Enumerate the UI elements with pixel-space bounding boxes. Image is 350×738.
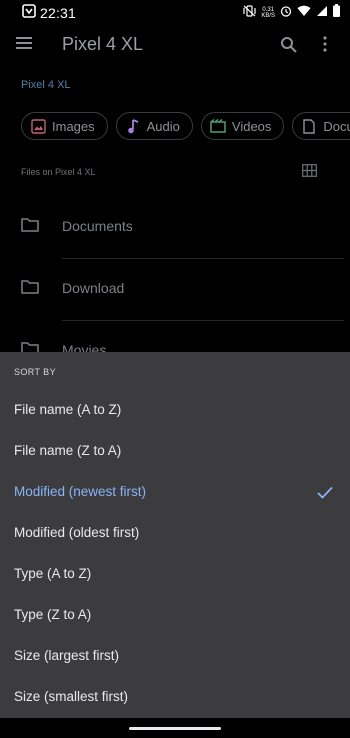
chip-label: Documents [323, 118, 350, 134]
document-icon [301, 118, 317, 134]
sort-option-size-smallest[interactable]: Size (smallest first) [0, 679, 350, 720]
sort-option-name-desc[interactable]: File name (Z to A) [0, 433, 350, 474]
folder-icon [21, 217, 39, 237]
folder-name: Download [62, 280, 125, 296]
folder-name: Documents [62, 218, 133, 234]
sort-option-size-largest[interactable]: Size (largest first) [0, 638, 350, 679]
check-icon [317, 486, 333, 504]
wifi-icon [297, 4, 311, 22]
net-speed-unit: KB/S [261, 13, 275, 19]
movie-icon [210, 118, 226, 134]
section-label: Files on Pixel 4 XL [21, 167, 96, 177]
sort-option-label: File name (Z to A) [14, 443, 122, 458]
sort-bottom-sheet: SORT BY File name (A to Z) File name (Z … [0, 352, 350, 738]
chip-label: Audio [146, 118, 180, 134]
sort-option-label: Type (Z to A) [14, 607, 92, 622]
app-bar: Pixel 4 XL [0, 26, 350, 64]
grid-view-icon[interactable] [302, 164, 317, 182]
menu-icon[interactable] [15, 36, 33, 55]
list-item[interactable]: Download [0, 259, 350, 321]
sort-option-label: Modified (oldest first) [14, 525, 140, 540]
list-item[interactable]: Documents [0, 197, 350, 259]
sheet-heading: SORT BY [14, 367, 56, 377]
battery-icon [333, 4, 340, 22]
breadcrumb[interactable]: Pixel 4 XL [21, 79, 71, 91]
folder-icon [21, 279, 39, 299]
sort-option-label: Size (largest first) [14, 648, 120, 663]
sort-option-label: Modified (newest first) [14, 484, 147, 499]
image-icon [30, 118, 46, 134]
sort-option-name-asc[interactable]: File name (A to Z) [0, 392, 350, 433]
chip-label: Images [52, 118, 95, 134]
signal-icon [316, 4, 328, 22]
sort-option-type-asc[interactable]: Type (A to Z) [0, 556, 350, 597]
sort-option-label: Type (A to Z) [14, 566, 92, 581]
sort-option-label: File name (A to Z) [14, 402, 122, 417]
status-bar: 22:31 0.31 KB/S [0, 0, 350, 26]
category-chips: Images Audio Videos Documents [21, 112, 350, 142]
chip-label: Videos [231, 118, 272, 134]
music-note-icon [125, 118, 141, 134]
sort-option-modified-oldest[interactable]: Modified (oldest first) [0, 515, 350, 556]
alarm-icon [280, 4, 292, 22]
vibrate-icon [243, 4, 256, 22]
chip-audio[interactable]: Audio [115, 112, 193, 140]
page-title: Pixel 4 XL [62, 34, 144, 54]
more-options-icon[interactable] [322, 36, 328, 57]
home-gesture-handle[interactable] [129, 727, 221, 730]
chip-documents[interactable]: Documents [292, 112, 350, 140]
chip-videos[interactable]: Videos [200, 112, 285, 140]
search-icon[interactable] [280, 36, 298, 59]
status-time: 22:31 [40, 5, 77, 21]
notification-badge-icon [22, 3, 36, 23]
chip-images[interactable]: Images [21, 112, 108, 140]
net-speed: 0.31 KB/S [261, 7, 275, 19]
sort-option-label: Size (smallest first) [14, 689, 129, 704]
sort-option-modified-newest[interactable]: Modified (newest first) [0, 474, 350, 515]
sort-option-type-desc[interactable]: Type (Z to A) [0, 597, 350, 638]
